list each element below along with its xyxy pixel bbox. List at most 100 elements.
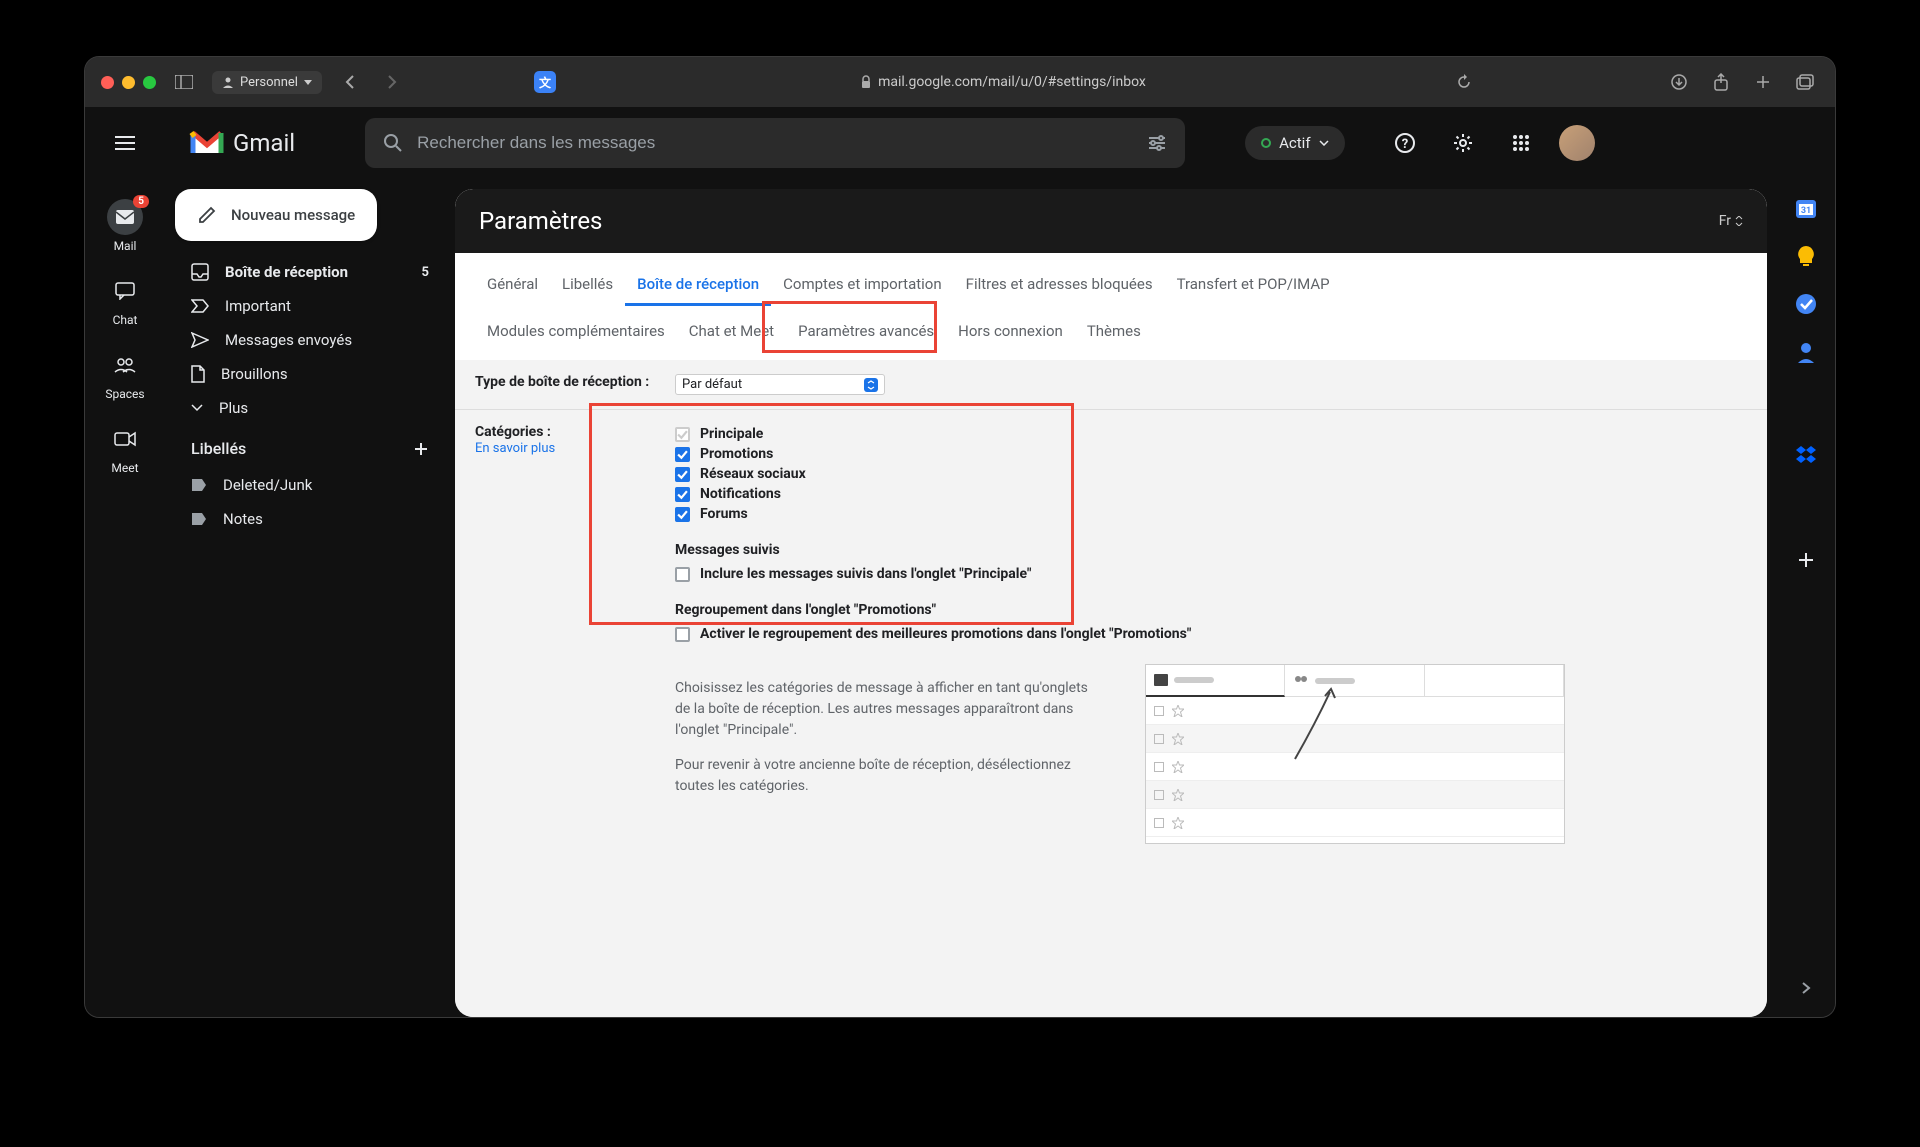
starred-section-title: Messages suivis [675,542,1565,558]
tab-addons[interactable]: Modules complémentaires [475,312,677,350]
status-label: Actif [1279,134,1310,152]
tasks-addon[interactable] [1795,293,1817,315]
sidebar-item-label: Boîte de réception [225,263,348,281]
checkbox-updates[interactable] [675,487,690,502]
preview-tab-primary [1146,665,1285,697]
status-button[interactable]: Actif [1245,126,1344,160]
main-menu-button[interactable] [101,119,149,167]
label-notes[interactable]: Notes [165,502,445,536]
categories-label: Catégories : [475,424,675,440]
sidebar-toggle-icon[interactable] [170,68,198,96]
meet-icon [114,431,136,447]
language-selector[interactable]: Fr [1719,213,1743,229]
language-label: Fr [1719,213,1731,229]
close-window-button[interactable] [101,76,114,89]
tab-labels[interactable]: Libellés [550,265,625,306]
maximize-window-button[interactable] [143,76,156,89]
sidebar-item-sent[interactable]: Messages envoyés [165,323,445,357]
rail-mail[interactable]: 5 Mail [95,199,155,253]
rail-chat[interactable]: Chat [95,273,155,327]
url-text: mail.google.com/mail/u/0/#settings/inbox [878,74,1146,90]
minimize-window-button[interactable] [122,76,135,89]
sidebar-item-inbox[interactable]: Boîte de réception 5 [165,255,445,289]
category-label: Principale [700,426,763,442]
draft-icon [191,365,205,383]
downloads-icon[interactable] [1665,68,1693,96]
mail-icon [115,209,135,225]
learn-more-link[interactable]: En savoir plus [475,441,555,456]
mail-badge: 5 [133,195,149,208]
reload-button[interactable] [1450,68,1478,96]
sidebar-item-important[interactable]: Important [165,289,445,323]
svg-text:31: 31 [1801,206,1811,216]
gmail-logo[interactable]: Gmail [189,129,295,157]
tab-forwarding[interactable]: Transfert et POP/IMAP [1165,265,1342,306]
browser-profile-button[interactable]: Personnel [212,71,322,94]
support-button[interactable]: ? [1385,123,1425,163]
labels-list: Deleted/Junk Notes [165,468,445,536]
compose-label: Nouveau message [231,206,355,224]
settings-title: Paramètres [479,207,602,235]
tab-offline[interactable]: Hors connexion [946,312,1075,350]
search-icon [383,133,403,153]
inbox-type-select[interactable]: Par défaut [675,374,885,395]
tab-chat-meet[interactable]: Chat et Meet [677,312,786,350]
checkbox-bundling[interactable] [675,627,690,642]
checkbox-forums[interactable] [675,507,690,522]
category-row-forums: Forums [675,504,1565,524]
tabs-overview-icon[interactable] [1791,68,1819,96]
keep-addon[interactable] [1795,245,1817,267]
search-options-icon[interactable] [1147,133,1167,153]
address-bar[interactable]: mail.google.com/mail/u/0/#settings/inbox [743,74,1263,90]
browser-window: Personnel 文 mail.google.com/mail/u/0/#se… [85,57,1835,1017]
back-button[interactable] [336,68,364,96]
rail-spaces[interactable]: Spaces [95,347,155,401]
checkbox-social[interactable] [675,467,690,482]
sidebar-item-more[interactable]: Plus [165,391,445,425]
tab-inbox[interactable]: Boîte de réception [625,265,771,306]
help-text-1: Choisissez les catégories de message à a… [675,678,1095,741]
sidebar-list: Boîte de réception 5 Important Messages … [165,255,445,425]
category-label: Notifications [700,486,781,502]
tab-advanced[interactable]: Paramètres avancés [786,312,946,350]
important-icon [191,299,209,313]
checkbox-promotions[interactable] [675,447,690,462]
search-bar[interactable] [365,118,1185,168]
add-label-button[interactable] [413,441,429,457]
labels-header: Libellés [191,439,246,458]
side-panel: 31 [1777,179,1835,1017]
gmail-logo-text: Gmail [233,129,295,157]
collapse-panel-button[interactable] [1795,977,1817,999]
tab-general[interactable]: Général [475,265,550,306]
checkbox-starred-include[interactable] [675,567,690,582]
rail-label: Chat [113,313,138,327]
sidebar-item-label: Messages envoyés [225,331,352,349]
label-deleted-junk[interactable]: Deleted/Junk [165,468,445,502]
forward-button[interactable] [378,68,406,96]
bundling-option-label: Activer le regroupement des meilleures p… [700,626,1191,642]
rail-meet[interactable]: Meet [95,421,155,475]
select-arrows-icon [864,378,878,392]
sidebar-item-drafts[interactable]: Brouillons [165,357,445,391]
search-input[interactable] [417,133,1133,153]
tab-accounts[interactable]: Comptes et importation [771,265,954,306]
account-avatar[interactable] [1559,125,1595,161]
label-icon [191,512,207,526]
share-icon[interactable] [1707,68,1735,96]
new-tab-icon[interactable] [1749,68,1777,96]
apps-button[interactable] [1501,123,1541,163]
pencil-icon [197,205,217,225]
settings-button[interactable] [1443,123,1483,163]
settings-content: Type de boîte de réception : Par défaut [455,360,1767,1017]
tab-themes[interactable]: Thèmes [1075,312,1153,350]
annotation-arrow [1285,684,1345,764]
get-addons-button[interactable] [1795,549,1817,571]
calendar-addon[interactable]: 31 [1795,197,1817,219]
tab-filters[interactable]: Filtres et adresses bloquées [954,265,1165,306]
extension-icon[interactable]: 文 [534,71,556,93]
category-row-updates: Notifications [675,484,1565,504]
dropbox-addon[interactable] [1795,445,1817,467]
compose-button[interactable]: Nouveau message [175,189,377,241]
rail-label: Spaces [105,387,144,401]
contacts-addon[interactable] [1795,341,1817,363]
